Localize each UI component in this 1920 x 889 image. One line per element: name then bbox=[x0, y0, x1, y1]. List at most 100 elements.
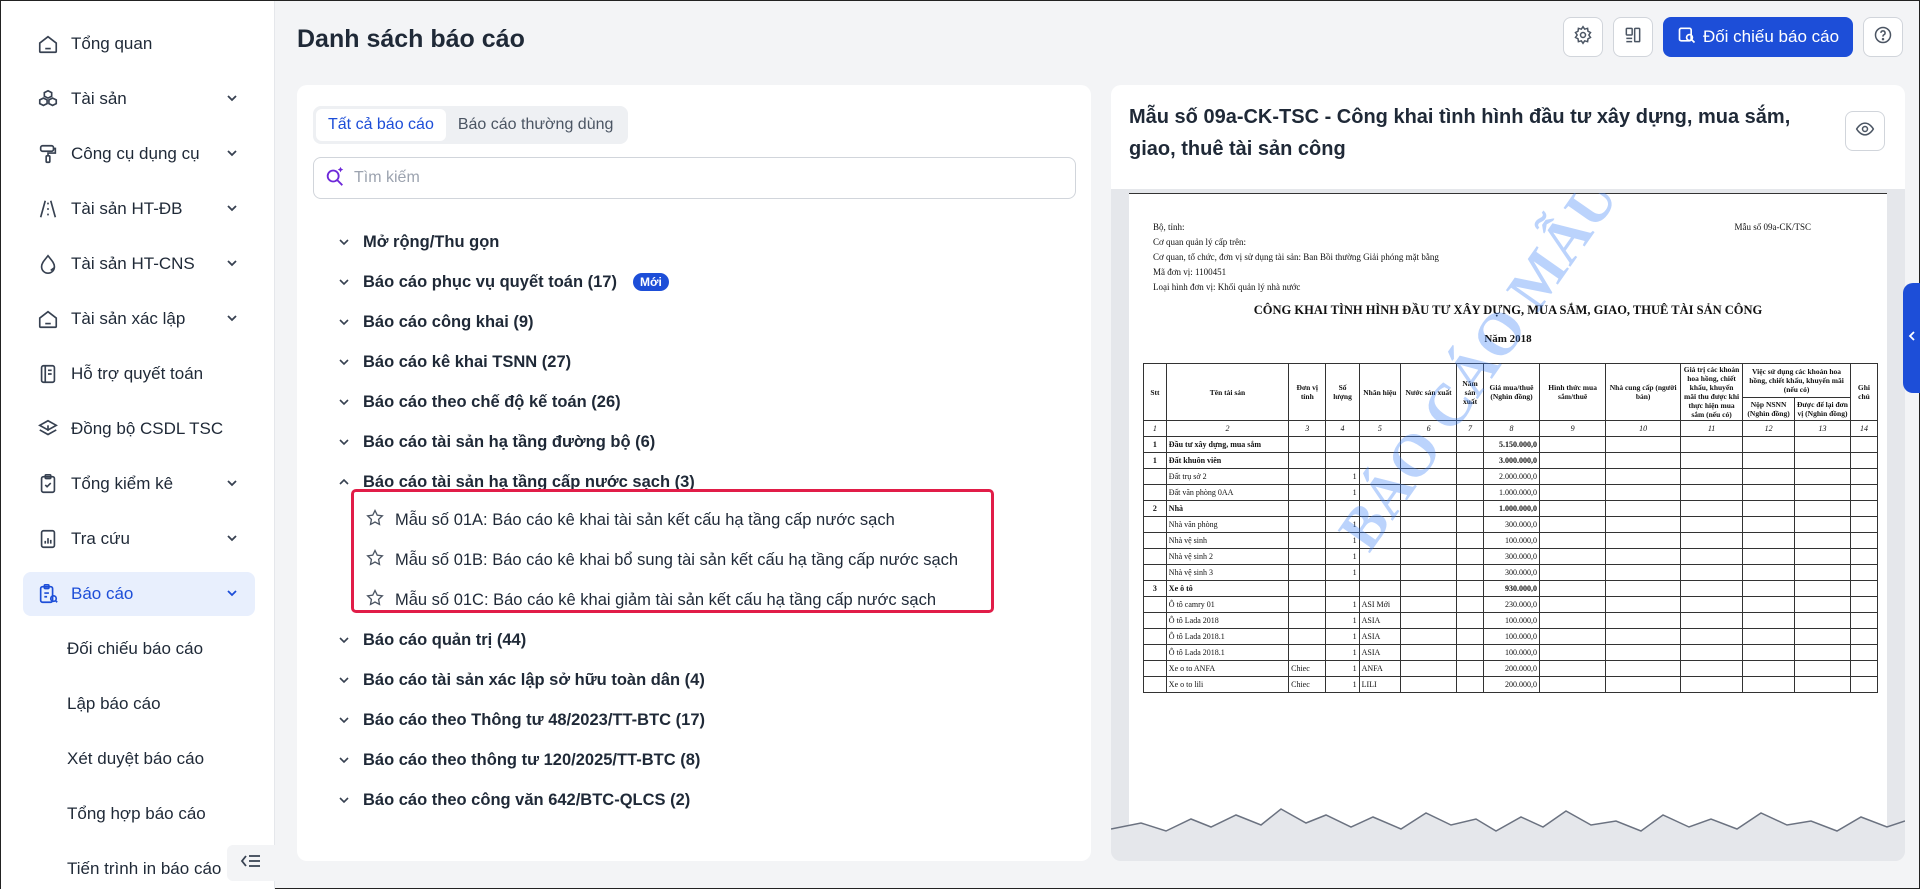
table-cell: 1 bbox=[1143, 436, 1167, 453]
sidebar-item-tai-san[interactable]: Tài sản bbox=[23, 77, 255, 121]
layout-button[interactable] bbox=[1613, 17, 1653, 57]
report-leaf-label: Mẫu số 01B: Báo cáo kê khai bổ sung tài … bbox=[395, 550, 959, 569]
table-cell bbox=[1456, 532, 1484, 549]
table-cell: 200.000,0 bbox=[1483, 660, 1540, 677]
sidebar-item-tong-kiem-ke[interactable]: Tổng kiểm kê bbox=[23, 462, 255, 506]
tree-node-tt-120[interactable]: Báo cáo theo thông tư 120/2025/TT-BTC (8… bbox=[337, 745, 700, 775]
table-cell bbox=[1605, 548, 1681, 565]
table-cell: 1 bbox=[1325, 564, 1360, 581]
search-box bbox=[313, 157, 1076, 199]
table-cell: Nhà vệ sinh 3 bbox=[1165, 564, 1290, 581]
table-cell: 1 bbox=[1325, 644, 1360, 661]
table-cell: Đất trụ sở 2 bbox=[1165, 468, 1290, 485]
sidebar-item-ho-tro-quyet-toan[interactable]: Hỗ trợ quyết toán bbox=[23, 352, 255, 396]
sidebar-item-cong-cu-dung-cu[interactable]: Công cụ dụng cụ bbox=[23, 132, 255, 176]
table-cell bbox=[1288, 644, 1327, 661]
tree-toggle-expand-collapse[interactable]: Mở rộng/Thu gọn bbox=[337, 227, 499, 257]
table-cell bbox=[1143, 628, 1167, 645]
table-cell bbox=[1143, 676, 1167, 693]
sidebar-item-tai-san-xac-lap[interactable]: Tài sản xác lập bbox=[23, 297, 255, 341]
tree-node-che-do-ke-toan[interactable]: Báo cáo theo chế độ kế toán (26) bbox=[337, 387, 621, 417]
tree-node-quyet-toan[interactable]: Báo cáo phục vụ quyết toán (17) Mới bbox=[337, 267, 669, 297]
sidebar-subitem-tien-trinh-in-bao-cao[interactable]: Tiến trình in báo cáo bbox=[67, 854, 221, 884]
table-cell: 2 bbox=[1165, 420, 1290, 437]
tree-node-cv-642[interactable]: Báo cáo theo công văn 642/BTC-QLCS (2) bbox=[337, 785, 690, 815]
sidebar-subitem-tong-hop-bao-cao[interactable]: Tổng hợp báo cáo bbox=[67, 799, 206, 829]
tab-frequent-reports[interactable]: Báo cáo thường dùng bbox=[446, 109, 626, 141]
star-icon[interactable] bbox=[365, 508, 385, 533]
report-leaf-01c[interactable]: Mẫu số 01C: Báo cáo kê khai giảm tài sản… bbox=[365, 585, 936, 615]
water-drop-icon bbox=[35, 251, 61, 277]
table-cell bbox=[1605, 452, 1681, 469]
search-input[interactable] bbox=[354, 169, 1054, 187]
table-cell bbox=[1679, 564, 1744, 581]
page-title: Danh sách báo cáo bbox=[297, 25, 525, 53]
sidebar-item-tai-san-ht-db[interactable]: Tài sản HT-ĐB bbox=[23, 187, 255, 231]
tree-node-label: Báo cáo tài sản hạ tầng đường bộ (6) bbox=[363, 432, 656, 451]
table-cell bbox=[1742, 580, 1795, 597]
side-panel-handle[interactable] bbox=[1903, 283, 1920, 393]
sidebar-item-bao-cao[interactable]: Báo cáo bbox=[23, 572, 255, 616]
road-icon bbox=[35, 196, 61, 222]
chart-doc-icon bbox=[35, 526, 61, 552]
sidebar-item-dong-bo-csdl-tsc[interactable]: Đồng bộ CSDL TSC bbox=[23, 407, 255, 451]
table-row: Ô tô Lada 2018 1 ASIA 100.000,0 bbox=[1143, 612, 1879, 629]
table-cell bbox=[1679, 596, 1744, 613]
sidebar-item-label: Hỗ trợ quyết toán bbox=[71, 364, 204, 383]
table-cell: 12 bbox=[1742, 420, 1795, 437]
report-leaf-01b[interactable]: Mẫu số 01B: Báo cáo kê khai bổ sung tài … bbox=[365, 545, 958, 575]
table-cell bbox=[1325, 452, 1360, 469]
sidebar-item-tra-cuu[interactable]: Tra cứu bbox=[23, 517, 255, 561]
tree-node-cong-khai[interactable]: Báo cáo công khai (9) bbox=[337, 307, 534, 337]
table-row: Xe o to lili Chiec 1 LILI 200.000,0 bbox=[1143, 676, 1879, 693]
table-cell bbox=[1400, 644, 1458, 661]
sidebar-subitem-xet-duyet-bao-cao[interactable]: Xét duyệt báo cáo bbox=[67, 744, 204, 774]
table-cell: 5.150.000,0 bbox=[1483, 436, 1540, 453]
table-cell bbox=[1538, 500, 1607, 517]
table-cell: 4 bbox=[1325, 420, 1360, 437]
compare-report-label: Đối chiếu báo cáo bbox=[1702, 27, 1840, 46]
sidebar-subitem-lap-bao-cao[interactable]: Lập báo cáo bbox=[67, 689, 161, 719]
tree-node-xac-lap-so-huu[interactable]: Báo cáo tài sản xác lập sở hữu toàn dân … bbox=[337, 665, 705, 695]
star-icon[interactable] bbox=[365, 588, 385, 613]
table-cell bbox=[1849, 676, 1879, 693]
report-leaf-01a[interactable]: Mẫu số 01A: Báo cáo kê khai tài sản kết … bbox=[365, 505, 895, 535]
view-preview-button[interactable] bbox=[1845, 111, 1885, 151]
table-row: 3 Xe ô tô 930.000,0 bbox=[1143, 580, 1879, 597]
table-cell: 9 bbox=[1538, 420, 1607, 437]
star-icon[interactable] bbox=[365, 548, 385, 573]
tree-node-quan-tri[interactable]: Báo cáo quản trị (44) bbox=[337, 625, 526, 655]
report-leaf-label: Mẫu số 01C: Báo cáo kê khai giảm tài sản… bbox=[395, 590, 937, 609]
report-preview-panel: Mẫu số 09a-CK-TSC - Công khai tình hình … bbox=[1111, 85, 1905, 861]
tree-node-ke-khai-tsnn[interactable]: Báo cáo kê khai TSNN (27) bbox=[337, 347, 571, 377]
sidebar-item-tong-quan[interactable]: Tổng quan bbox=[23, 22, 255, 66]
table-cell: LILI bbox=[1358, 676, 1402, 693]
help-button[interactable] bbox=[1863, 17, 1903, 57]
compare-report-button[interactable]: Đối chiếu báo cáo bbox=[1663, 17, 1853, 57]
chevron-down-icon bbox=[337, 275, 351, 289]
sidebar-item-label: Tài sản xác lập bbox=[71, 309, 186, 328]
collapse-sidebar-button[interactable] bbox=[227, 845, 275, 881]
sidebar-item-tai-san-ht-cns[interactable]: Tài sản HT-CNS bbox=[23, 242, 255, 286]
table-cell: Ô tô Lada 2018.1 bbox=[1165, 628, 1290, 645]
tab-all-reports[interactable]: Tất cả báo cáo bbox=[316, 109, 446, 141]
tree-node-tt-48[interactable]: Báo cáo theo Thông tư 48/2023/TT-BTC (17… bbox=[337, 705, 705, 735]
table-cell: 3 bbox=[1288, 420, 1327, 437]
table-cell bbox=[1605, 660, 1681, 677]
table-cell: 930.000,0 bbox=[1483, 580, 1540, 597]
settings-button[interactable] bbox=[1563, 17, 1603, 57]
table-cell bbox=[1143, 516, 1167, 533]
chevron-down-icon bbox=[225, 476, 239, 495]
eye-icon bbox=[1855, 119, 1875, 144]
sidebar-subitem-doi-chieu-bao-cao[interactable]: Đối chiếu báo cáo bbox=[67, 634, 203, 664]
table-cell bbox=[1605, 564, 1681, 581]
table-row: 2 Nhà 1.000.000,0 bbox=[1143, 500, 1879, 517]
table-cell bbox=[1793, 468, 1851, 485]
table-cell bbox=[1605, 596, 1681, 613]
table-cell bbox=[1742, 484, 1795, 501]
preview-title: Mẫu số 09a-CK-TSC - Công khai tình hình … bbox=[1129, 106, 1791, 160]
table-cell bbox=[1793, 548, 1851, 565]
table-cell: Ô tô camry 01 bbox=[1165, 596, 1290, 613]
tree-node-duong-bo[interactable]: Báo cáo tài sản hạ tầng đường bộ (6) bbox=[337, 427, 655, 457]
table-cell bbox=[1742, 500, 1795, 517]
